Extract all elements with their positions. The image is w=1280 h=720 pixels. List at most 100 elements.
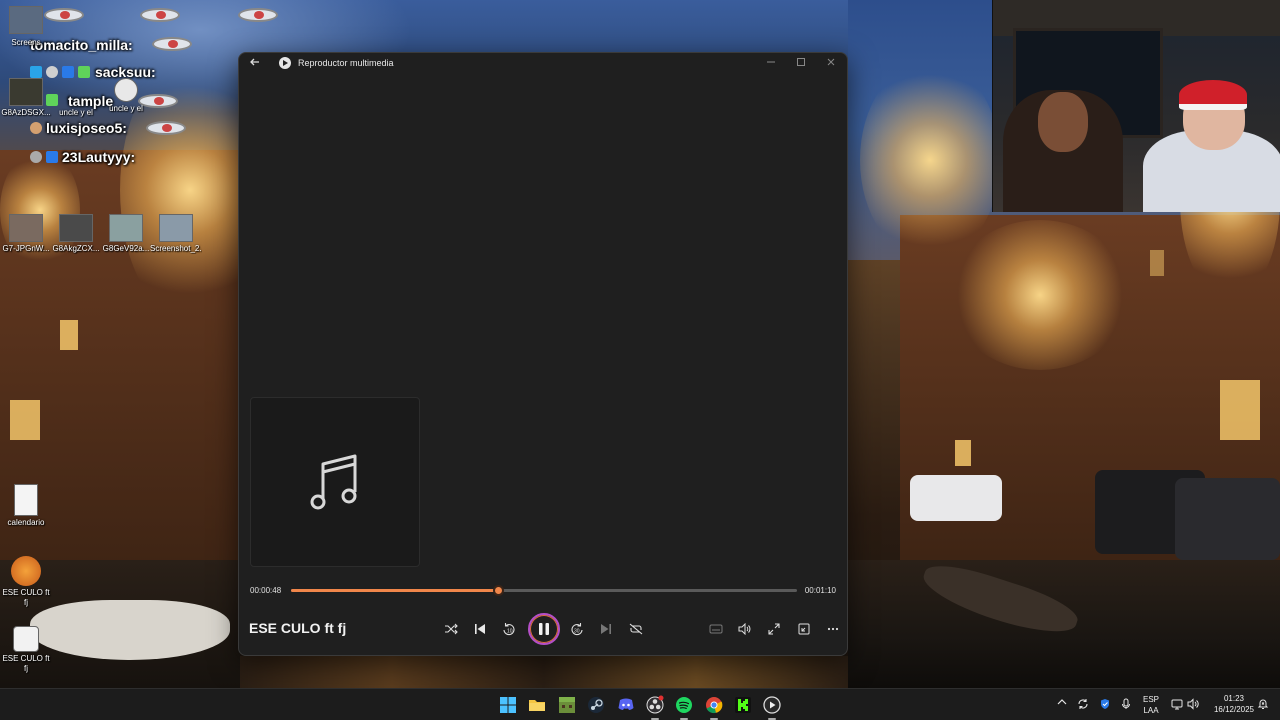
chat-emote-ufo (146, 121, 186, 135)
media-player-icon (763, 696, 781, 714)
taskbar-chrome[interactable] (704, 695, 724, 720)
image-thumbnail-icon (9, 78, 43, 106)
rewind-10-button[interactable]: 10 (499, 619, 519, 639)
tray-volume[interactable] (1187, 698, 1199, 713)
taskbar-spotify[interactable] (674, 695, 694, 720)
santa-hat (1179, 80, 1247, 110)
desktop-icon-label: ESE CULO ft fj (2, 588, 50, 607)
fl-studio-icon (11, 556, 41, 586)
chat-badge (30, 151, 42, 163)
title-bar[interactable]: Reproductor multimedia (239, 53, 847, 75)
tray-security[interactable] (1099, 698, 1111, 713)
taskbar-media-player[interactable] (762, 695, 782, 720)
repeat-button[interactable] (626, 619, 646, 639)
volume-button[interactable] (735, 619, 755, 639)
desktop-icon-media[interactable]: ESE CULO ft fj (0, 626, 52, 674)
webcam-person-left-head (1038, 92, 1088, 152)
desktop-icon-label: ESE CULO ft fj (2, 654, 50, 673)
wallpaper-tree-lights (950, 220, 1130, 370)
maximize-button[interactable] (793, 56, 809, 72)
chat-username: luxisjoseo5: (46, 120, 127, 136)
desktop-icon-screenshot[interactable]: Screens (0, 6, 52, 48)
pause-icon (539, 623, 549, 635)
fullscreen-button[interactable] (764, 619, 784, 639)
desktop-icon-image[interactable]: G8GeV92a... (100, 214, 152, 254)
desktop-icon-label: G8GeV92a... (102, 244, 150, 253)
wallpaper-tree-lights (860, 60, 1000, 260)
more-icon (827, 627, 839, 631)
clock-time: 01:23 (1223, 694, 1244, 703)
wallpaper-window (10, 400, 40, 440)
back-button[interactable] (247, 56, 263, 72)
svg-text:30: 30 (574, 629, 580, 635)
wallpaper-window (1220, 380, 1260, 440)
chat-badge (78, 66, 90, 78)
captions-button[interactable] (706, 619, 726, 639)
previous-button[interactable] (470, 619, 490, 639)
chat-badge (46, 66, 58, 78)
desktop-icon-screenshot[interactable]: Screenshot_2... (150, 214, 202, 254)
minecraft-icon (559, 697, 575, 713)
discord-icon (618, 698, 634, 710)
chrome-icon (706, 697, 723, 714)
tray-microphone[interactable] (1121, 698, 1131, 713)
arrow-left-icon (250, 58, 259, 66)
taskbar-discord[interactable] (616, 695, 636, 715)
taskbar-clock[interactable]: 01:23 16/12/2025 (1214, 693, 1254, 715)
sync-icon (1078, 699, 1088, 709)
elapsed-time: 00:00:48 (250, 586, 282, 595)
taskbar-obs[interactable] (645, 695, 665, 720)
seek-bar-thumb[interactable] (493, 585, 505, 596)
minimize-button[interactable] (763, 56, 779, 72)
miniplayer-button[interactable] (794, 619, 814, 639)
next-icon (601, 624, 611, 634)
seek-bar[interactable] (291, 585, 797, 596)
desktop-icon-image[interactable]: G8AzDSGX... (0, 78, 52, 118)
repeat-off-icon (629, 623, 643, 635)
chat-badge (30, 66, 42, 78)
more-options-button[interactable] (823, 619, 843, 639)
taskbar-minecraft[interactable] (557, 695, 577, 715)
desktop-icon-video[interactable]: uncle y el (100, 78, 152, 114)
video-file-icon (59, 78, 93, 106)
wallpaper-window (955, 440, 971, 466)
image-thumbnail-icon (109, 214, 143, 242)
tray-sync[interactable] (1077, 698, 1089, 713)
forward-30-button[interactable]: 30 (567, 619, 587, 639)
tray-network[interactable] (1171, 698, 1183, 713)
desktop-icon-label: Screenshot_2... (150, 244, 202, 253)
taskbar-file-explorer[interactable] (527, 695, 547, 715)
wallpaper-car (910, 475, 1002, 521)
forward-30-icon: 30 (571, 623, 583, 636)
desktop-icon-calendario[interactable]: calendario (0, 484, 52, 528)
steam-icon (588, 697, 604, 713)
next-button[interactable] (596, 619, 616, 639)
start-button[interactable] (498, 695, 518, 715)
pause-button[interactable] (528, 613, 560, 645)
volume-icon (738, 623, 751, 635)
desktop-icon-label: uncle y el (109, 104, 143, 113)
chat-emote-ufo (152, 37, 192, 51)
taskbar-kick[interactable] (733, 695, 753, 715)
close-icon (827, 58, 835, 66)
desktop-icon-image[interactable]: G8AkgZCX... (50, 214, 102, 254)
image-thumbnail-icon (9, 214, 43, 242)
input-language-indicator[interactable]: ESP LAA (1143, 694, 1159, 716)
taskbar-steam[interactable] (586, 695, 606, 715)
previous-icon (475, 624, 485, 634)
show-hidden-icons-button[interactable] (1057, 698, 1067, 709)
close-button[interactable] (823, 56, 839, 72)
desktop-icon-image[interactable]: G7-JPGnW... (0, 214, 52, 254)
image-thumbnail-icon (159, 214, 193, 242)
shuffle-button[interactable] (441, 619, 461, 639)
chat-username: 23Lautyyy: (62, 149, 136, 165)
chevron-up-icon (1057, 699, 1067, 705)
shuffle-icon (445, 623, 458, 635)
chat-emote-ufo (140, 8, 180, 22)
notifications-button[interactable] (1257, 698, 1269, 713)
taskbar: ESP LAA 01:23 16/12/2025 (0, 688, 1280, 720)
desktop-icon-video[interactable]: uncle y el (50, 78, 102, 118)
wallpaper-lights-strip (240, 656, 848, 688)
fullscreen-icon (768, 623, 780, 635)
desktop-icon-flp[interactable]: ESE CULO ft fj (0, 556, 52, 608)
